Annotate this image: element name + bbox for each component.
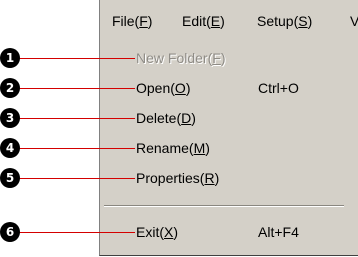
callout-line-5 xyxy=(18,178,135,179)
callout-line-4 xyxy=(18,148,135,149)
new-folder-text-end: ) xyxy=(220,50,226,66)
menu-setup[interactable]: Setup(S) xyxy=(257,11,312,31)
menu-item-rename-label: Rename(M) xyxy=(136,136,210,160)
menu-item-properties-label: Properties(R) xyxy=(136,166,219,190)
exit-text-end: ) xyxy=(173,224,179,240)
callout-badge-2: 2 xyxy=(0,78,20,98)
callout-line-1 xyxy=(18,58,135,59)
menu-bar: File(F) Edit(E) Setup(S) V xyxy=(99,0,358,41)
callout-badge-5: 5 xyxy=(0,168,20,188)
rename-text: Rename( xyxy=(136,140,194,156)
delete-mnemonic: D xyxy=(181,110,192,126)
callout-badge-6: 6 xyxy=(0,222,20,242)
menu-item-properties[interactable]: Properties(R) xyxy=(100,166,358,190)
properties-text-end: ) xyxy=(214,170,220,186)
rename-mnemonic: M xyxy=(193,140,206,156)
callout-badge-1: 1 xyxy=(0,48,20,68)
menu-view-label: V xyxy=(350,13,358,29)
delete-text-end: ) xyxy=(191,110,196,126)
rename-text-end: ) xyxy=(205,140,210,156)
menu-view[interactable]: V xyxy=(350,11,358,31)
callout-badge-3: 3 xyxy=(0,108,20,128)
new-folder-text: New Folder( xyxy=(136,50,213,66)
menu-item-open-label: Open(O) xyxy=(136,76,190,100)
menu-edit-label: Edit( xyxy=(182,13,211,29)
menu-setup-label: Setup( xyxy=(257,13,299,29)
menu-item-new-folder[interactable]: New Folder(F) xyxy=(100,46,358,70)
menu-item-open[interactable]: Open(O) Ctrl+O xyxy=(100,76,358,100)
new-folder-mnemonic: F xyxy=(212,50,221,66)
menu-file[interactable]: File(F) xyxy=(112,11,152,31)
menu-file-label: File( xyxy=(112,13,140,29)
open-text-end: ) xyxy=(185,80,191,96)
menu-edit-mnemonic: E xyxy=(210,13,221,29)
menu-edit[interactable]: Edit(E) xyxy=(182,11,225,31)
menu-setup-label-end: ) xyxy=(307,13,313,29)
menu-file-mnemonic: F xyxy=(139,13,148,29)
properties-mnemonic: R xyxy=(204,170,215,186)
callout-line-3 xyxy=(18,118,135,119)
menu-item-rename[interactable]: Rename(M) xyxy=(100,136,358,160)
menu-item-new-folder-label: New Folder(F) xyxy=(136,46,225,70)
menu-separator xyxy=(104,205,344,207)
callout-line-2 xyxy=(18,88,135,89)
file-dropdown-menu: New Folder(F) Open(O) Ctrl+O Delete(D) R… xyxy=(99,40,358,256)
callout-badge-4: 4 xyxy=(0,138,20,158)
callout-line-6 xyxy=(18,232,135,233)
exit-text: Exit( xyxy=(136,224,164,240)
menu-bar-edge xyxy=(99,0,100,40)
open-mnemonic: O xyxy=(174,80,186,96)
menu-item-exit[interactable]: Exit(X) Alt+F4 xyxy=(100,220,358,244)
open-shortcut: Ctrl+O xyxy=(258,80,299,96)
properties-text: Properties( xyxy=(136,170,205,186)
menu-setup-mnemonic: S xyxy=(298,13,308,29)
delete-text: Delete( xyxy=(136,110,182,126)
menu-item-exit-label: Exit(X) xyxy=(136,220,178,244)
menu-file-label-end: ) xyxy=(147,13,153,29)
open-text: Open( xyxy=(136,80,175,96)
menu-item-delete-label: Delete(D) xyxy=(136,106,196,130)
exit-mnemonic: X xyxy=(164,224,174,240)
menu-edit-label-end: ) xyxy=(220,13,225,29)
menu-item-delete[interactable]: Delete(D) xyxy=(100,106,358,130)
exit-shortcut: Alt+F4 xyxy=(258,224,299,240)
